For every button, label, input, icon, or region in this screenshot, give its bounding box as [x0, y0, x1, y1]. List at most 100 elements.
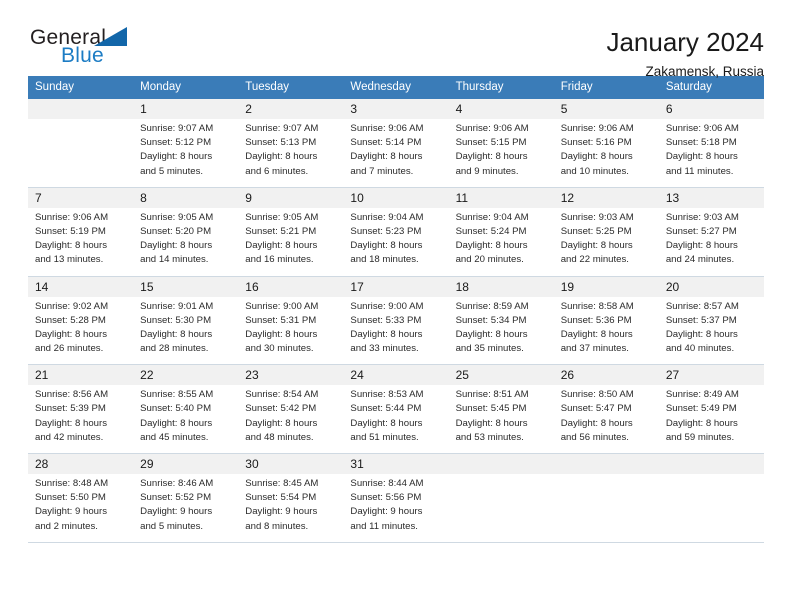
day-number[interactable]: 28: [28, 454, 133, 474]
day-number[interactable]: [659, 454, 764, 474]
day-cell[interactable]: Sunrise: 8:45 AM Sunset: 5:54 PM Dayligh…: [238, 474, 343, 542]
day-cell[interactable]: Sunrise: 8:46 AM Sunset: 5:52 PM Dayligh…: [133, 474, 238, 542]
day-cell[interactable]: Sunrise: 8:56 AM Sunset: 5:39 PM Dayligh…: [28, 385, 133, 453]
day-cell[interactable]: Sunrise: 9:00 AM Sunset: 5:33 PM Dayligh…: [343, 297, 448, 365]
sunrise-text: Sunrise: 9:02 AM: [35, 300, 109, 312]
daylight-text-line1: Daylight: 8 hours: [35, 417, 107, 429]
day-cell[interactable]: Sunrise: 9:06 AM Sunset: 5:14 PM Dayligh…: [343, 119, 448, 187]
day-cell[interactable]: Sunrise: 9:02 AM Sunset: 5:28 PM Dayligh…: [28, 297, 133, 365]
logo-text-blue: Blue: [61, 44, 104, 67]
day-number[interactable]: 13: [659, 188, 764, 208]
day-number[interactable]: 3: [343, 99, 448, 119]
day-number[interactable]: 19: [554, 277, 659, 297]
day-cell[interactable]: Sunrise: 9:06 AM Sunset: 5:15 PM Dayligh…: [449, 119, 554, 187]
day-cell[interactable]: Sunrise: 9:06 AM Sunset: 5:19 PM Dayligh…: [28, 208, 133, 276]
day-cell[interactable]: [28, 119, 133, 187]
general-blue-logo[interactable]: General Blue: [28, 26, 188, 74]
day-number[interactable]: 10: [343, 188, 448, 208]
day-number[interactable]: 4: [449, 99, 554, 119]
day-cell[interactable]: Sunrise: 8:55 AM Sunset: 5:40 PM Dayligh…: [133, 385, 238, 453]
day-cell[interactable]: Sunrise: 9:03 AM Sunset: 5:27 PM Dayligh…: [659, 208, 764, 276]
sunset-text: Sunset: 5:44 PM: [350, 403, 422, 415]
daylight-text-line1: Daylight: 9 hours: [140, 506, 213, 518]
daylight-text-line1: Daylight: 8 hours: [140, 151, 213, 163]
day-number[interactable]: 21: [28, 365, 133, 385]
day-number[interactable]: 25: [449, 365, 554, 385]
day-number[interactable]: 24: [343, 365, 448, 385]
day-cell[interactable]: Sunrise: 8:48 AM Sunset: 5:50 PM Dayligh…: [28, 474, 133, 542]
daylight-text-line2: and 45 minutes.: [140, 431, 209, 443]
day-number[interactable]: 8: [133, 188, 238, 208]
day-number[interactable]: [449, 454, 554, 474]
sunrise-text: Sunrise: 8:59 AM: [455, 300, 529, 312]
sunrise-text: Sunrise: 9:05 AM: [245, 211, 319, 223]
day-number[interactable]: 2: [238, 99, 343, 119]
week-day-numbers: 28 29 30 31: [28, 454, 764, 474]
daylight-text-line2: and 26 minutes.: [35, 343, 104, 355]
day-cell[interactable]: Sunrise: 9:05 AM Sunset: 5:21 PM Dayligh…: [238, 208, 343, 276]
daylight-text-line2: and 35 minutes.: [455, 343, 524, 355]
week-day-details: Sunrise: 8:56 AM Sunset: 5:39 PM Dayligh…: [28, 385, 764, 453]
sunrise-text: Sunrise: 8:48 AM: [35, 478, 109, 489]
sunset-text: Sunset: 5:47 PM: [560, 403, 632, 415]
day-number[interactable]: 12: [554, 188, 659, 208]
day-cell[interactable]: Sunrise: 9:06 AM Sunset: 5:18 PM Dayligh…: [659, 119, 764, 187]
day-number[interactable]: 5: [554, 99, 659, 119]
day-number[interactable]: 7: [28, 188, 133, 208]
day-number[interactable]: 22: [133, 365, 238, 385]
day-number[interactable]: 26: [554, 365, 659, 385]
daylight-text-line1: Daylight: 8 hours: [665, 328, 738, 340]
day-cell[interactable]: Sunrise: 8:53 AM Sunset: 5:44 PM Dayligh…: [343, 385, 448, 453]
day-cell[interactable]: Sunrise: 9:00 AM Sunset: 5:31 PM Dayligh…: [238, 297, 343, 365]
daylight-text-line2: and 30 minutes.: [245, 343, 314, 355]
day-cell[interactable]: Sunrise: 8:59 AM Sunset: 5:34 PM Dayligh…: [449, 297, 554, 365]
day-number[interactable]: 30: [238, 454, 343, 474]
day-number[interactable]: [554, 454, 659, 474]
day-number[interactable]: 15: [133, 277, 238, 297]
day-cell[interactable]: Sunrise: 8:58 AM Sunset: 5:36 PM Dayligh…: [554, 297, 659, 365]
day-number[interactable]: 9: [238, 188, 343, 208]
day-number[interactable]: 16: [238, 277, 343, 297]
daylight-text-line1: Daylight: 8 hours: [245, 240, 318, 252]
day-cell[interactable]: Sunrise: 9:03 AM Sunset: 5:25 PM Dayligh…: [554, 208, 659, 276]
sunrise-text: Sunrise: 8:57 AM: [665, 300, 739, 312]
day-number[interactable]: 23: [238, 365, 343, 385]
daylight-text-line1: Daylight: 8 hours: [350, 328, 423, 340]
day-cell[interactable]: Sunrise: 8:44 AM Sunset: 5:56 PM Dayligh…: [343, 474, 448, 542]
day-cell[interactable]: Sunrise: 8:51 AM Sunset: 5:45 PM Dayligh…: [449, 385, 554, 453]
daylight-text-line1: Daylight: 9 hours: [35, 506, 107, 518]
day-number[interactable]: 14: [28, 277, 133, 297]
day-cell[interactable]: [659, 474, 764, 542]
day-cell[interactable]: [449, 474, 554, 542]
day-cell[interactable]: Sunrise: 9:06 AM Sunset: 5:16 PM Dayligh…: [554, 119, 659, 187]
day-number[interactable]: 6: [659, 99, 764, 119]
sunrise-text: Sunrise: 8:49 AM: [665, 389, 739, 401]
daylight-text-line1: Daylight: 8 hours: [455, 151, 528, 163]
day-number[interactable]: 18: [449, 277, 554, 297]
day-cell[interactable]: Sunrise: 9:07 AM Sunset: 5:13 PM Dayligh…: [238, 119, 343, 187]
day-cell[interactable]: Sunrise: 9:04 AM Sunset: 5:24 PM Dayligh…: [449, 208, 554, 276]
day-cell[interactable]: Sunrise: 9:04 AM Sunset: 5:23 PM Dayligh…: [343, 208, 448, 276]
day-cell[interactable]: [554, 474, 659, 542]
day-number[interactable]: 17: [343, 277, 448, 297]
day-number[interactable]: [28, 99, 133, 119]
day-number[interactable]: 1: [133, 99, 238, 119]
sunrise-text: Sunrise: 9:06 AM: [35, 211, 109, 223]
day-number[interactable]: 27: [659, 365, 764, 385]
day-cell[interactable]: Sunrise: 8:50 AM Sunset: 5:47 PM Dayligh…: [554, 385, 659, 453]
daylight-text-line1: Daylight: 8 hours: [665, 417, 738, 429]
day-cell[interactable]: Sunrise: 9:01 AM Sunset: 5:30 PM Dayligh…: [133, 297, 238, 365]
calendar-week-row: 7 8 9 10 11 12 13 Sunrise: 9:06 AM Sunse…: [28, 187, 764, 277]
day-cell[interactable]: Sunrise: 9:07 AM Sunset: 5:12 PM Dayligh…: [133, 119, 238, 187]
day-cell[interactable]: Sunrise: 8:49 AM Sunset: 5:49 PM Dayligh…: [659, 385, 764, 453]
day-number[interactable]: 29: [133, 454, 238, 474]
day-number[interactable]: 31: [343, 454, 448, 474]
day-number[interactable]: 11: [449, 188, 554, 208]
day-cell[interactable]: Sunrise: 9:05 AM Sunset: 5:20 PM Dayligh…: [133, 208, 238, 276]
day-cell[interactable]: Sunrise: 8:57 AM Sunset: 5:37 PM Dayligh…: [659, 297, 764, 365]
sunrise-text: Sunrise: 9:04 AM: [455, 211, 529, 223]
day-number[interactable]: 20: [659, 277, 764, 297]
sunset-text: Sunset: 5:21 PM: [245, 225, 317, 237]
sunset-text: Sunset: 5:40 PM: [140, 403, 212, 415]
day-cell[interactable]: Sunrise: 8:54 AM Sunset: 5:42 PM Dayligh…: [238, 385, 343, 453]
